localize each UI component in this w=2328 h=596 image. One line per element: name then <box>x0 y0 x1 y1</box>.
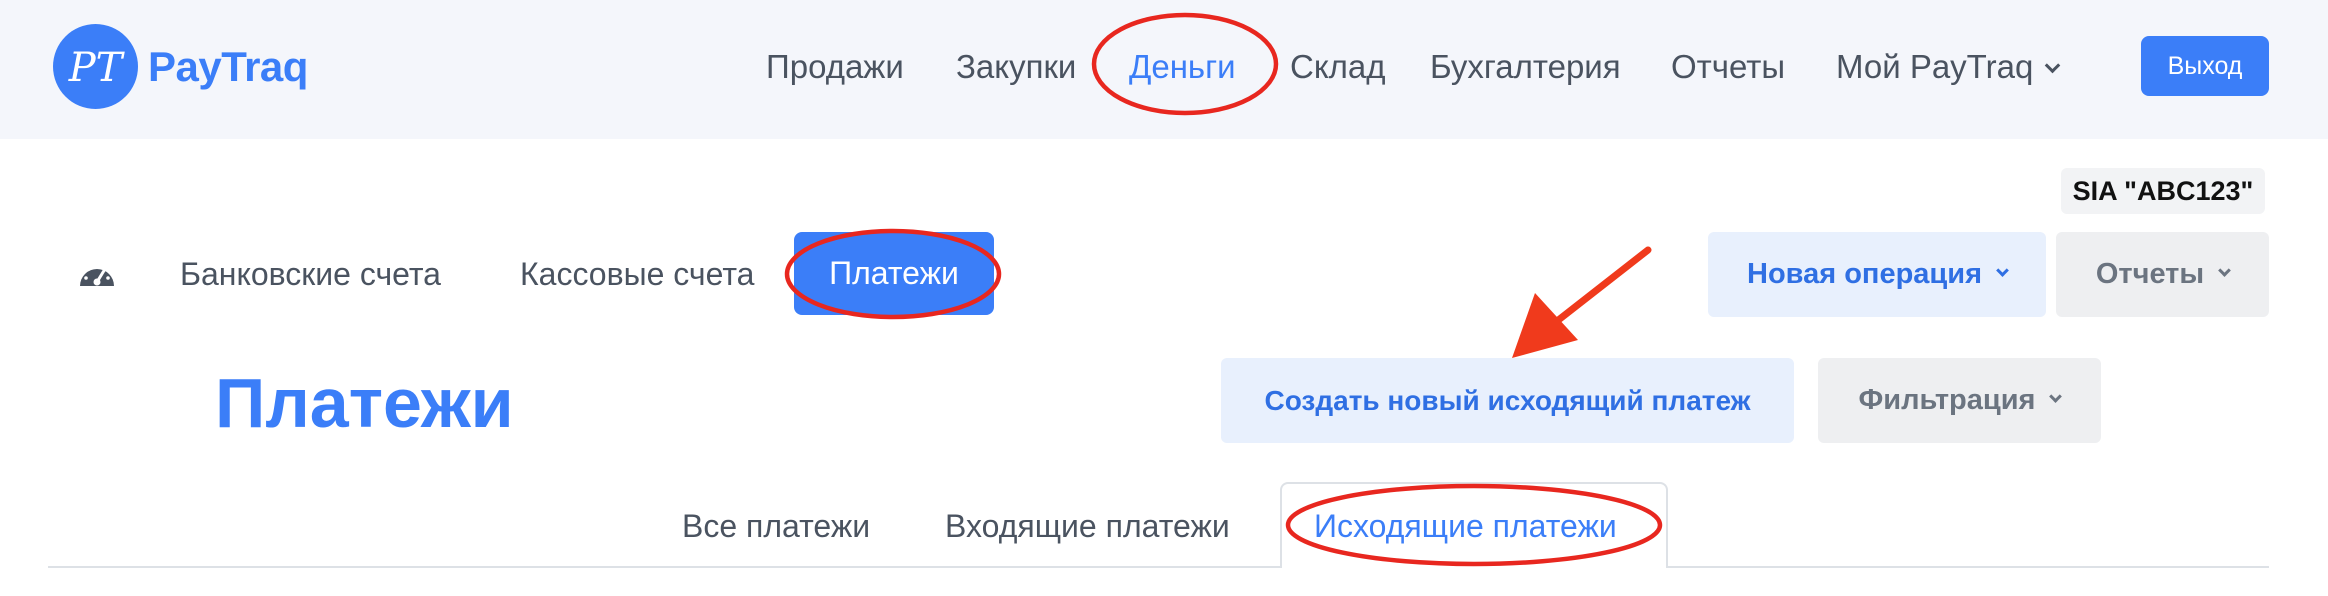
tab-all-payments[interactable]: Все платежи <box>682 503 870 549</box>
tab-outgoing-payments[interactable]: Исходящие платежи <box>1314 503 1617 549</box>
subnav-payments[interactable]: Платежи <box>794 232 994 315</box>
nav-item-purchases[interactable]: Закупки <box>956 43 1076 91</box>
subnav-cash-accounts[interactable]: Кассовые счета <box>520 251 754 297</box>
new-operation-label: Новая операция <box>1747 258 1982 290</box>
filter-label: Фильтрация <box>1858 384 2036 416</box>
page-title: Платежи <box>215 364 514 442</box>
nav-item-my-paytraq-label: Мой PayTraq <box>1836 48 2034 85</box>
brand-name: PayTraq <box>148 42 308 90</box>
chevron-down-icon <box>2218 264 2232 277</box>
subnav-bank-accounts[interactable]: Банковские счета <box>180 251 441 297</box>
company-badge: SIA "ABC123" <box>2061 168 2265 214</box>
nav-item-reports[interactable]: Отчеты <box>1671 43 1785 91</box>
nav-item-accounting[interactable]: Бухгалтерия <box>1430 43 1621 91</box>
chevron-down-icon <box>1996 264 2009 277</box>
nav-item-sales[interactable]: Продажи <box>766 43 904 91</box>
chevron-down-icon <box>2049 390 2063 403</box>
paytraq-logo-mark: PT <box>53 24 138 109</box>
nav-item-money[interactable]: Деньги <box>1129 43 1236 91</box>
create-outgoing-payment-button[interactable]: Создать новый исходящий платеж <box>1221 358 1794 443</box>
tab-incoming-payments[interactable]: Входящие платежи <box>945 503 1230 549</box>
nav-item-warehouse[interactable]: Склад <box>1290 43 1386 91</box>
logo-monogram: PT <box>68 45 126 91</box>
speedometer-icon[interactable] <box>78 258 116 290</box>
paytraq-logo[interactable]: PT PayTraq <box>53 24 308 109</box>
tabs-divider <box>48 566 2269 568</box>
top-navbar: PT PayTraq Продажи Закупки Деньги Склад … <box>0 0 2328 139</box>
chevron-down-icon <box>2045 57 2061 74</box>
annotation-arrow-icon <box>1512 246 1652 358</box>
reports-dropdown-label: Отчеты <box>2095 258 2205 290</box>
filter-button[interactable]: Фильтрация <box>1818 358 2101 443</box>
new-operation-button[interactable]: Новая операция <box>1708 232 2046 317</box>
reports-dropdown-button[interactable]: Отчеты <box>2056 232 2269 317</box>
nav-item-my-paytraq[interactable]: Мой PayTraq <box>1836 43 2061 91</box>
logout-button[interactable]: Выход <box>2141 36 2269 96</box>
